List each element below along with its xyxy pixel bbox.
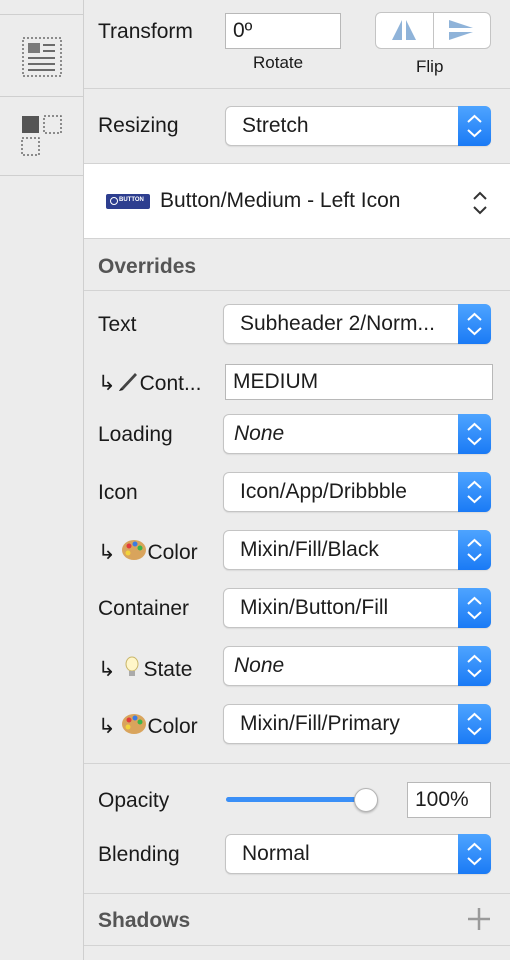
icon-select[interactable]: Icon/App/Dribbble [223,472,491,512]
rail-divider [0,96,83,97]
container-color-value: Mixin/Fill/Primary [240,712,400,735]
text-style-value: Subheader 2/Norm... [240,312,435,335]
select-stepper-icon [458,704,491,744]
flip-control [375,12,491,49]
opacity-slider-knob[interactable] [354,788,378,812]
opacity-label: Opacity [98,789,170,812]
transform-label: Transform [98,20,193,43]
divider [84,88,510,89]
loading-override-label: Loading [98,423,173,446]
chevron-updown-icon [473,191,487,215]
opacity-slider[interactable] [226,788,378,812]
document-list-icon [22,37,62,77]
rail-divider [0,175,83,176]
content-label-text: Cont... [139,372,202,395]
select-stepper-icon [458,530,491,570]
nested-arrow-icon: ↳ [98,372,116,395]
blending-label: Blending [98,843,180,866]
icon-override-label: Icon [98,481,138,504]
flip-horizontal-icon [392,20,416,40]
resizing-value: Stretch [242,114,309,137]
state-override-label: ↳ State [98,655,193,682]
rotate-input[interactable]: 0º [225,13,341,49]
resizing-select[interactable]: Stretch [225,106,491,146]
symbol-thumbnail-text: BUTTON [119,197,144,203]
blending-select[interactable]: Normal [225,834,491,874]
content-input[interactable]: MEDIUM [225,364,493,400]
text-override-label: Text [98,313,137,336]
select-stepper-icon [458,304,491,344]
container-color-select[interactable]: Mixin/Fill/Primary [223,704,491,744]
inspector-panel: Transform 0º Rotate Flip Resizing Stretc… [84,0,510,960]
divider [84,945,510,946]
content-override-label: ↳ Cont... [98,371,201,396]
symbol-selector[interactable]: BUTTON Button/Medium - Left Icon [84,164,510,238]
select-stepper-icon [458,106,491,146]
palette-icon [122,540,147,560]
flip-label: Flip [416,57,444,76]
components-icon [21,115,62,156]
icon-color-label-text: Color [147,541,198,564]
symbol-name: Button/Medium - Left Icon [160,189,401,212]
opacity-slider-fill [226,797,365,802]
text-style-select[interactable]: Subheader 2/Norm... [223,304,491,344]
divider [84,893,510,894]
flip-vertical-icon [449,20,473,40]
select-stepper-icon [458,414,491,454]
palette-icon [122,714,147,734]
icon-color-select[interactable]: Mixin/Fill/Black [223,530,491,570]
icon-color-value: Mixin/Fill/Black [240,538,379,561]
loading-select[interactable]: None [223,414,491,454]
divider [84,238,510,239]
container-override-label: Container [98,597,190,620]
left-toolbar [0,0,84,960]
flip-horizontal-button[interactable] [376,13,434,48]
opacity-input[interactable]: 100% [407,782,491,818]
resizing-label: Resizing [98,114,179,137]
inspector-tab-button[interactable] [0,20,83,98]
nested-arrow-icon: ↳ [98,658,116,681]
divider [84,763,510,764]
add-shadow-icon[interactable] [466,906,492,932]
nested-arrow-icon: ↳ [98,541,116,564]
rotate-label: Rotate [253,53,304,72]
select-stepper-icon [458,472,491,512]
select-stepper-icon [458,834,491,874]
layout-tab-button[interactable] [0,98,83,176]
blending-value: Normal [242,842,310,865]
rail-divider [0,14,83,15]
state-select[interactable]: None [223,646,491,686]
loading-value: None [234,422,285,445]
container-color-override-label: ↳ Color [98,713,198,739]
symbol-thumbnail-icon [110,197,118,205]
state-label-text: State [143,658,193,681]
lightbulb-icon [125,656,139,676]
shadows-title: Shadows [98,909,191,932]
overrides-title: Overrides [98,255,197,278]
icon-value: Icon/App/Dribbble [240,480,407,503]
flip-vertical-button[interactable] [434,13,490,48]
container-value: Mixin/Button/Fill [240,596,389,619]
nested-arrow-icon: ↳ [98,715,116,738]
symbol-thumbnail: BUTTON [106,194,150,209]
container-color-label-text: Color [147,715,198,738]
select-stepper-icon [458,588,491,628]
pen-icon [118,373,137,391]
state-value: None [234,654,285,677]
icon-color-override-label: ↳ Color [98,539,198,565]
container-select[interactable]: Mixin/Button/Fill [223,588,491,628]
divider [84,290,510,291]
select-stepper-icon [458,646,491,686]
